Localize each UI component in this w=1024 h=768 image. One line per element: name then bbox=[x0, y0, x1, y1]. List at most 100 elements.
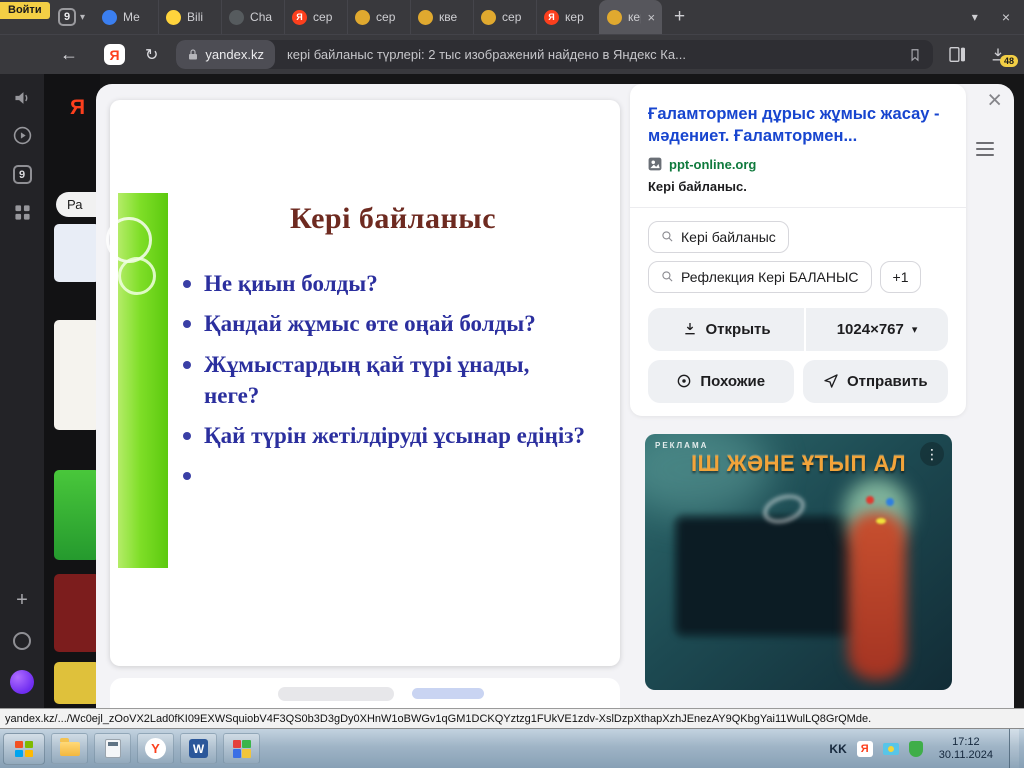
partial-filter-chip[interactable]: Ра bbox=[56, 192, 100, 217]
tab-label: кер bbox=[565, 10, 592, 24]
slide-bullet: Қай түрін жетілдіруді ұсынар едіңіз? bbox=[180, 420, 586, 451]
result-thumbnail[interactable] bbox=[54, 224, 100, 282]
apps-grid-icon[interactable] bbox=[14, 204, 31, 221]
decorative-ring bbox=[106, 217, 152, 263]
viewed-image[interactable]: Кері байланыс Не қиын болды? Қандай жұмы… bbox=[110, 100, 620, 666]
tab-label: сер bbox=[376, 10, 403, 24]
slide-bullet-empty bbox=[180, 460, 586, 490]
tab-close-icon[interactable] bbox=[647, 10, 655, 25]
more-tags-chip[interactable]: +1 bbox=[880, 261, 922, 293]
similar-button[interactable]: Похожие bbox=[648, 360, 794, 403]
tab[interactable]: сер bbox=[473, 0, 536, 34]
divider bbox=[630, 207, 966, 208]
tab-list-icon[interactable] bbox=[972, 10, 978, 24]
site-security-chip[interactable]: yandex.kz bbox=[176, 40, 275, 69]
content-area: 9 Ра bbox=[0, 74, 1024, 708]
calculator-button[interactable] bbox=[94, 733, 131, 764]
side-panels-icon[interactable] bbox=[949, 47, 966, 62]
windows-logo-icon bbox=[15, 741, 33, 757]
history-icon[interactable] bbox=[13, 632, 31, 650]
folder-icon bbox=[60, 742, 80, 756]
taskbar-clock[interactable]: 17:12 30.11.2024 bbox=[933, 736, 999, 762]
screen: Войти 9 Ме Bili Cha сер bbox=[0, 0, 1024, 768]
yandex-favicon bbox=[292, 10, 307, 25]
related-link-placeholder[interactable] bbox=[412, 688, 484, 699]
tray-shield-icon[interactable] bbox=[909, 741, 923, 757]
image-info-panel: Ғаламтормен дұрыс жұмыс жасау - мәдениет… bbox=[630, 84, 966, 416]
clock-date: 30.11.2024 bbox=[939, 749, 993, 762]
add-panel-icon[interactable] bbox=[16, 589, 28, 612]
tab[interactable]: Cha bbox=[221, 0, 284, 34]
bookmark-icon[interactable] bbox=[908, 47, 922, 63]
yandex-browser-icon bbox=[145, 738, 166, 759]
login-button[interactable]: Войти bbox=[0, 2, 50, 19]
chevron-down-icon bbox=[80, 12, 85, 23]
tab[interactable]: кве bbox=[410, 0, 473, 34]
tag-label: Рефлекция Кері БАЛАНЫС bbox=[681, 269, 859, 285]
primary-actions: Открыть 1024×767 bbox=[648, 308, 948, 351]
next-result-card[interactable] bbox=[110, 678, 620, 708]
tab[interactable]: кер bbox=[536, 0, 599, 34]
result-thumbnail[interactable] bbox=[54, 470, 100, 560]
tab[interactable]: Ме bbox=[95, 0, 158, 34]
tag-chip[interactable]: Кері байланыс bbox=[648, 221, 789, 253]
open-button[interactable]: Открыть bbox=[648, 308, 804, 351]
start-button[interactable] bbox=[3, 733, 45, 765]
tray-yandex-icon[interactable] bbox=[857, 741, 873, 757]
video-play-icon[interactable] bbox=[13, 126, 32, 145]
tray-flag-icon[interactable] bbox=[883, 743, 899, 755]
back-button[interactable] bbox=[60, 44, 78, 65]
tab[interactable]: сер bbox=[284, 0, 347, 34]
downloads-count-badge: 48 bbox=[1000, 55, 1018, 67]
show-desktop-button[interactable] bbox=[1009, 729, 1019, 768]
yandex-logo-icon[interactable] bbox=[104, 44, 125, 65]
calculator-icon bbox=[105, 739, 121, 758]
word-button[interactable] bbox=[180, 733, 217, 764]
tag-chip[interactable]: Рефлекция Кері БАЛАНЫС bbox=[648, 261, 872, 293]
tab[interactable]: сер bbox=[347, 0, 410, 34]
slide-body: Кері байланыс Не қиын болды? Қандай жұмы… bbox=[180, 100, 606, 666]
source-title-link[interactable]: Ғаламтормен дұрыс жұмыс жасау - мәдениет… bbox=[648, 104, 948, 148]
status-bar: yandex.kz/.../Wc0ejl_zOoVX2Lad0fKI09EXWS… bbox=[0, 708, 1024, 729]
send-button[interactable]: Отправить bbox=[803, 360, 949, 403]
yandex-browser-button[interactable] bbox=[137, 733, 174, 764]
resolution-dropdown[interactable]: 1024×767 bbox=[806, 308, 948, 351]
results-strip: Ра bbox=[44, 74, 100, 708]
notifications-icon[interactable] bbox=[13, 90, 31, 106]
result-thumbnail[interactable] bbox=[54, 320, 100, 430]
url-field[interactable]: yandex.kz кері байланыс түрлері: 2 тыс и… bbox=[176, 40, 933, 69]
slide-bullet: Не қиын болды? bbox=[180, 268, 586, 299]
related-query-pill[interactable] bbox=[278, 687, 394, 701]
download-icon bbox=[682, 321, 698, 337]
url-domain: yandex.kz bbox=[205, 47, 264, 62]
similar-icon bbox=[676, 373, 692, 389]
source-site-link[interactable]: ppt-online.org bbox=[669, 157, 756, 172]
tab[interactable]: Bili bbox=[158, 0, 221, 34]
browser-side-rail: 9 bbox=[0, 74, 44, 708]
search-icon bbox=[661, 270, 674, 283]
app-button[interactable] bbox=[223, 733, 260, 764]
tab-favicon bbox=[607, 10, 622, 25]
downloads-button[interactable]: 48 bbox=[990, 46, 1006, 63]
alice-assistant-icon[interactable] bbox=[10, 670, 34, 694]
language-indicator[interactable]: KK bbox=[829, 742, 846, 756]
close-icon[interactable] bbox=[987, 88, 1002, 113]
menu-icon[interactable] bbox=[976, 138, 994, 160]
status-url: yandex.kz/.../Wc0ejl_zOoVX2Lad0fKI09EXWS… bbox=[5, 713, 871, 725]
file-explorer-button[interactable] bbox=[51, 733, 88, 764]
open-label: Открыть bbox=[706, 321, 771, 338]
tab-counter-button[interactable]: 9 bbox=[58, 8, 85, 26]
result-thumbnail[interactable] bbox=[54, 574, 100, 652]
tab-label: сер bbox=[313, 10, 340, 24]
tab-groups-badge[interactable]: 9 bbox=[13, 165, 32, 184]
advertisement[interactable]: РЕКЛАМА ІШ ЖӘНЕ ҰТЫП АЛ bbox=[645, 434, 952, 690]
tab-active[interactable]: кер bbox=[599, 0, 662, 34]
similar-label: Похожие bbox=[700, 373, 765, 390]
new-tab-button[interactable] bbox=[674, 6, 685, 28]
window-close-icon[interactable] bbox=[1002, 9, 1010, 25]
tab-label: кер bbox=[628, 10, 641, 24]
decorative-ring bbox=[118, 257, 156, 295]
refresh-button[interactable] bbox=[145, 45, 158, 65]
result-thumbnail[interactable] bbox=[54, 662, 100, 704]
system-tray: KK 17:12 30.11.2024 bbox=[829, 729, 1021, 768]
